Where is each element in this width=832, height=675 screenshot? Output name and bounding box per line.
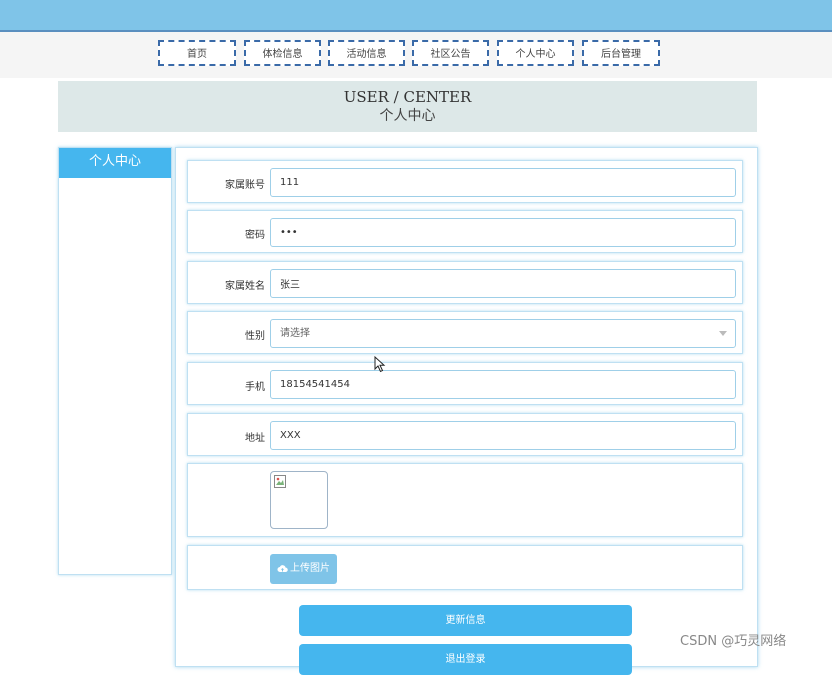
name-input[interactable] xyxy=(270,269,736,298)
form-row-avatar xyxy=(187,463,743,537)
phone-input[interactable] xyxy=(270,370,736,399)
address-label: 地址 xyxy=(245,433,265,444)
nav-item-home[interactable]: 首页 xyxy=(158,40,236,66)
nav-item-admin[interactable]: 后台管理 xyxy=(582,40,660,66)
form-row-account: 家属账号 xyxy=(187,160,743,203)
gender-select-value: 请选择 xyxy=(280,328,310,339)
sidebar-item-user-center[interactable]: 个人中心 xyxy=(59,148,171,178)
account-input[interactable] xyxy=(270,168,736,197)
phone-label: 手机 xyxy=(245,382,265,393)
nav-item-user-center[interactable]: 个人中心 xyxy=(497,40,574,66)
gender-select[interactable]: 请选择 xyxy=(270,319,736,348)
chevron-down-icon xyxy=(719,331,727,336)
form-row-password: 密码 ••• xyxy=(187,210,743,253)
update-info-button[interactable]: 更新信息 xyxy=(299,605,632,636)
avatar-preview xyxy=(270,471,328,529)
page-title-banner: USER / CENTER 个人中心 xyxy=(58,81,757,132)
account-label: 家属账号 xyxy=(225,180,265,191)
form-row-upload: 上传图片 xyxy=(187,545,743,590)
form-row-phone: 手机 xyxy=(187,362,743,405)
form-row-name: 家属姓名 xyxy=(187,261,743,304)
password-label: 密码 xyxy=(245,230,265,241)
sidebar: 个人中心 xyxy=(58,147,172,575)
top-header-bar xyxy=(0,0,832,32)
form-row-address: 地址 xyxy=(187,413,743,456)
page-title-en: USER / CENTER xyxy=(343,88,472,106)
logout-button[interactable]: 退出登录 xyxy=(299,644,632,675)
password-input[interactable]: ••• xyxy=(270,218,736,247)
gender-label: 性别 xyxy=(245,331,265,342)
nav-item-checkup-info[interactable]: 体检信息 xyxy=(244,40,321,66)
address-input[interactable] xyxy=(270,421,736,450)
page-title-cn: 个人中心 xyxy=(379,108,436,124)
main-nav: 首页 体检信息 活动信息 社区公告 个人中心 后台管理 xyxy=(0,32,832,78)
watermark-text: CSDN @巧灵网络 xyxy=(680,634,787,649)
nav-item-activity-info[interactable]: 活动信息 xyxy=(328,40,405,66)
upload-image-label: 上传图片 xyxy=(290,563,330,574)
broken-image-icon xyxy=(274,475,286,488)
nav-item-community-notice[interactable]: 社区公告 xyxy=(412,40,489,66)
upload-image-button[interactable]: 上传图片 xyxy=(270,554,337,584)
cloud-upload-icon xyxy=(277,564,288,572)
form-row-gender: 性别 请选择 xyxy=(187,311,743,354)
mouse-cursor-icon xyxy=(374,356,386,373)
name-label: 家属姓名 xyxy=(225,281,265,292)
